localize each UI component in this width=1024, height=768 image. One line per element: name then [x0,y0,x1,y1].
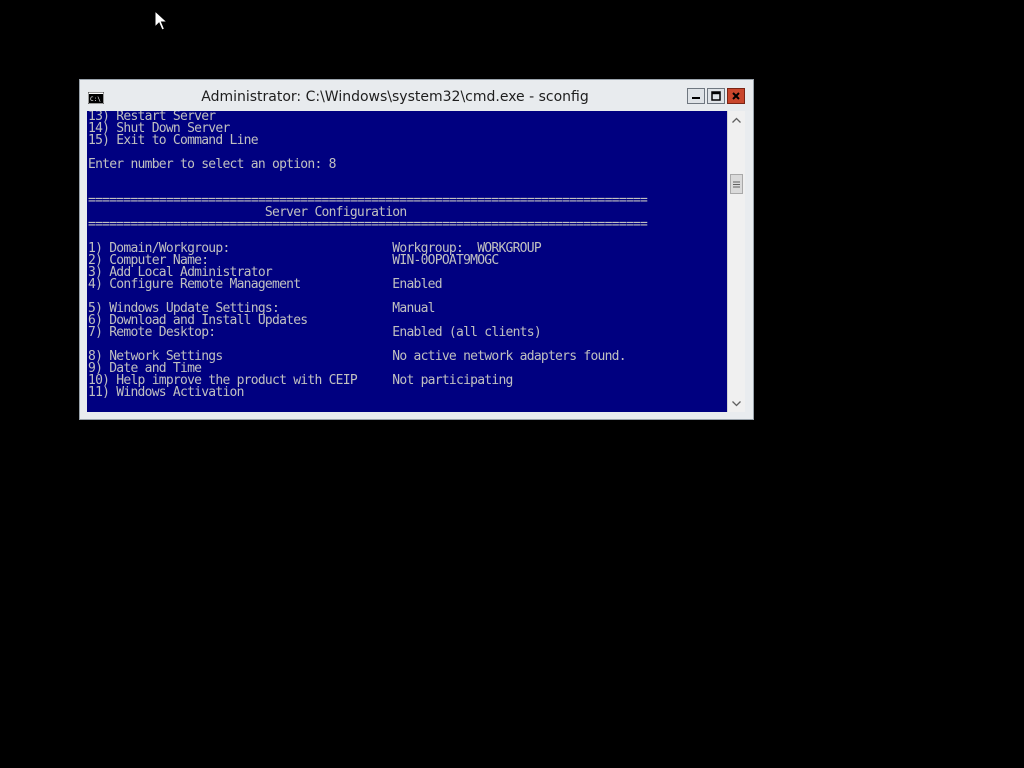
close-button[interactable] [727,88,745,104]
scroll-thumb[interactable] [730,174,743,194]
chevron-up-icon [732,117,741,123]
minimize-button[interactable] [687,88,705,104]
maximize-button[interactable] [707,88,725,104]
cmd-window[interactable]: C:\ Administrator: C:\Windows\system32\c… [79,79,754,420]
window-title: Administrator: C:\Windows\system32\cmd.e… [201,89,589,105]
maximize-icon [711,91,721,101]
mouse-pointer-icon [154,10,168,31]
scroll-down-button[interactable] [728,395,745,412]
scroll-up-button[interactable] [728,111,745,128]
console-line: Enter number to select an option: 8 [88,157,336,172]
console-line: 11) Windows Activation [88,385,244,400]
console-line: 7) Remote Desktop: Enabled (all clients) [88,325,542,340]
console-lines: 13) Restart Server 14) Shut Down Server … [88,111,648,400]
console-line: 4) Configure Remote Management Enabled [88,277,443,292]
minimize-icon [692,97,700,99]
vertical-scrollbar[interactable] [727,111,745,412]
title-bar[interactable]: C:\ Administrator: C:\Windows\system32\c… [80,80,753,111]
console-line: 15) Exit to Command Line [88,133,259,148]
console-output[interactable]: 13) Restart Server 14) Shut Down Server … [87,111,727,412]
grip-lines-icon [733,181,740,187]
close-icon [732,92,740,100]
desktop: C:\ Administrator: C:\Windows\system32\c… [0,0,1024,768]
console-line: ========================================… [88,217,648,232]
chevron-down-icon [732,400,741,406]
